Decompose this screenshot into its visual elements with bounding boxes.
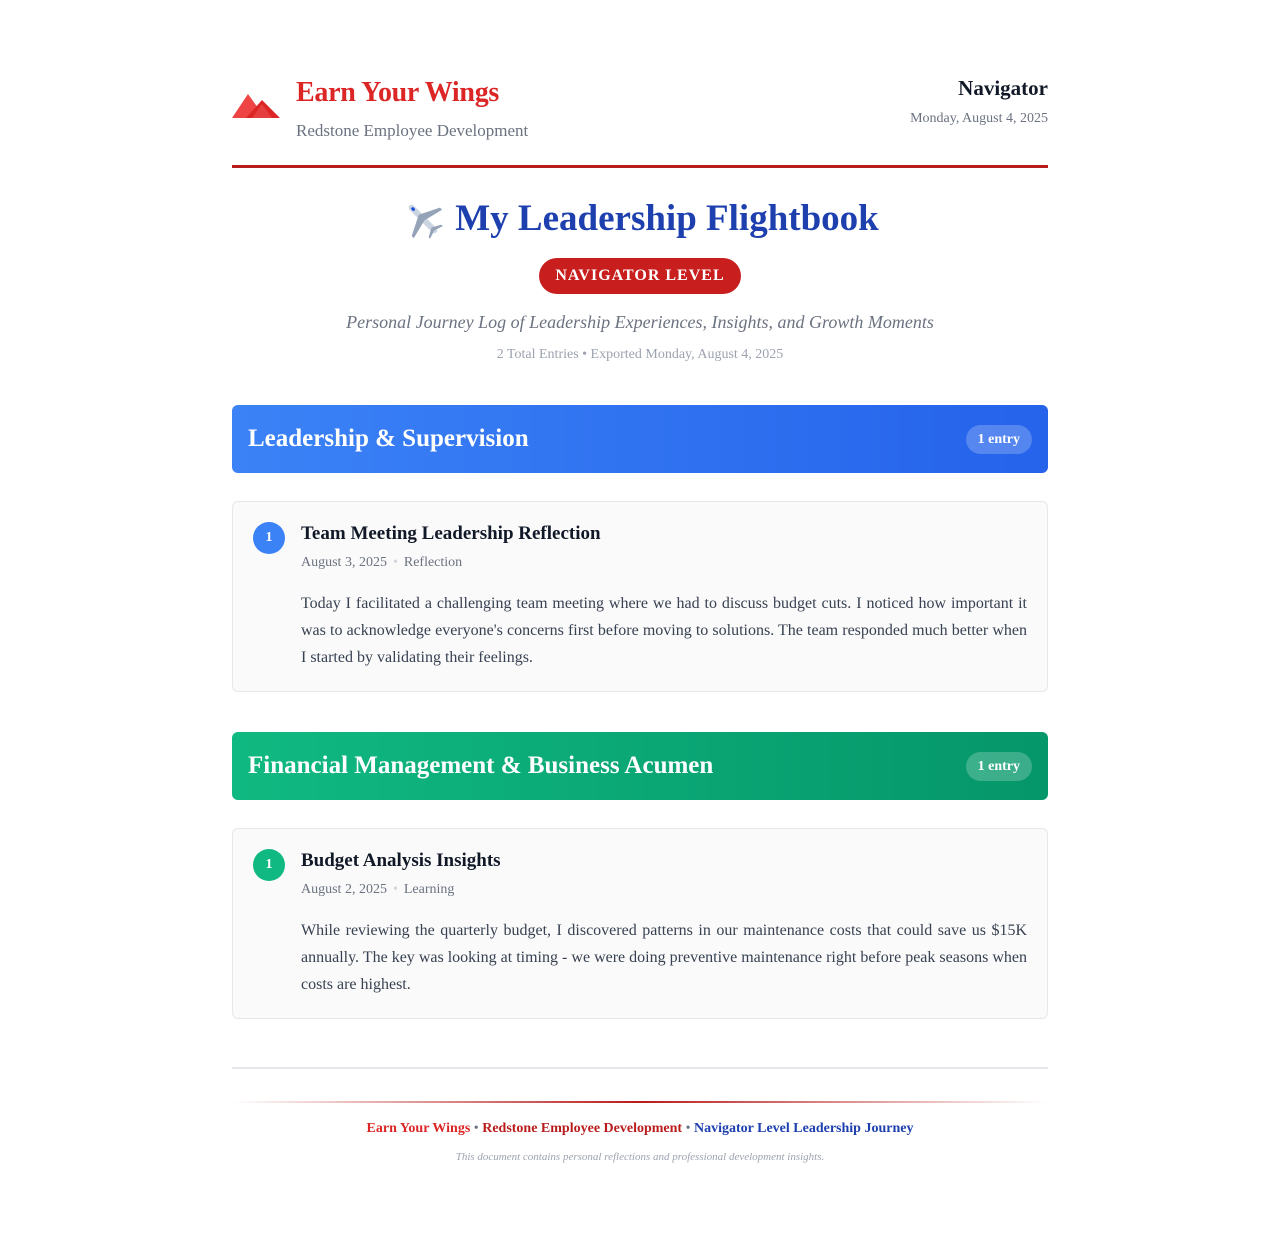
level-label: Navigator <box>958 76 1048 100</box>
entry-number: 1 <box>253 522 285 554</box>
category-count-badge: 1 entry <box>965 751 1032 781</box>
entry-date: August 2, 2025 <box>301 882 387 897</box>
entry-type: Reflection <box>403 555 463 570</box>
category-count-badge: 1 entry <box>965 424 1032 454</box>
document-title-text: My Leadership Flightbook <box>455 198 879 239</box>
entry-body: While reviewing the quarterly budget, I … <box>301 922 1027 993</box>
footer-journey: Navigator Level Leadership Journey <box>693 1121 914 1136</box>
category-title: Leadership & Supervision <box>248 425 529 452</box>
entry-meta: August 2, 2025 • Learning <box>301 882 1027 898</box>
meta-separator: • <box>392 555 398 570</box>
footer-accent-line <box>232 1101 1048 1103</box>
footer-separator: • <box>473 1121 479 1136</box>
entry-title: Budget Analysis Insights <box>301 850 501 871</box>
header-date: Monday, August 4, 2025 <box>910 111 1048 126</box>
entry-title: Team Meeting Leadership Reflection <box>301 523 601 544</box>
entry-date: August 3, 2025 <box>301 555 387 570</box>
document-title: My Leadership Flightbook <box>401 196 879 242</box>
document-subtitle: Personal Journey Log of Leadership Exper… <box>346 312 934 332</box>
footer-org: Redstone Employee Development <box>482 1121 683 1136</box>
footer-brand: Earn Your Wings <box>366 1121 471 1136</box>
meta-separator: • <box>392 882 398 897</box>
airplane-icon <box>408 204 444 239</box>
category-header-leadership: Leadership & Supervision 1 entry <box>232 405 1048 473</box>
footer-note: This document contains personal reflecti… <box>455 1151 825 1163</box>
journal-entry: 1 Budget Analysis Insights August 2, 202… <box>232 828 1048 1019</box>
mountain-logo-icon <box>232 94 280 118</box>
entry-number: 1 <box>253 849 285 881</box>
level-badge: NAVIGATOR LEVEL <box>539 258 741 294</box>
title-block: My Leadership Flightbook NAVIGATOR LEVEL… <box>232 168 1048 363</box>
header-meta: Navigator Monday, August 4, 2025 <box>910 75 1048 127</box>
journal-entry: 1 Team Meeting Leadership Reflection Aug… <box>232 501 1048 692</box>
brand-title: Earn Your Wings <box>296 77 499 108</box>
brand: Earn Your Wings Redstone Employee Develo… <box>232 75 528 141</box>
document-header: Earn Your Wings Redstone Employee Develo… <box>232 75 1048 168</box>
category-header-financial: Financial Management & Business Acumen 1… <box>232 732 1048 800</box>
entry-meta: August 3, 2025 • Reflection <box>301 555 1027 571</box>
footer-credits: Earn Your Wings • Redstone Employee Deve… <box>232 1121 1048 1137</box>
category-title: Financial Management & Business Acumen <box>248 752 714 779</box>
brand-subtitle: Redstone Employee Development <box>296 121 529 140</box>
document-summary: 2 Total Entries • Exported Monday, Augus… <box>496 347 784 362</box>
flightbook-page: Earn Your Wings Redstone Employee Develo… <box>232 0 1048 1163</box>
entry-body: Today I facilitated a challenging team m… <box>301 595 1027 666</box>
entry-type: Learning <box>403 882 455 897</box>
footer-separator: • <box>685 1121 691 1136</box>
footer-divider <box>232 1067 1048 1069</box>
